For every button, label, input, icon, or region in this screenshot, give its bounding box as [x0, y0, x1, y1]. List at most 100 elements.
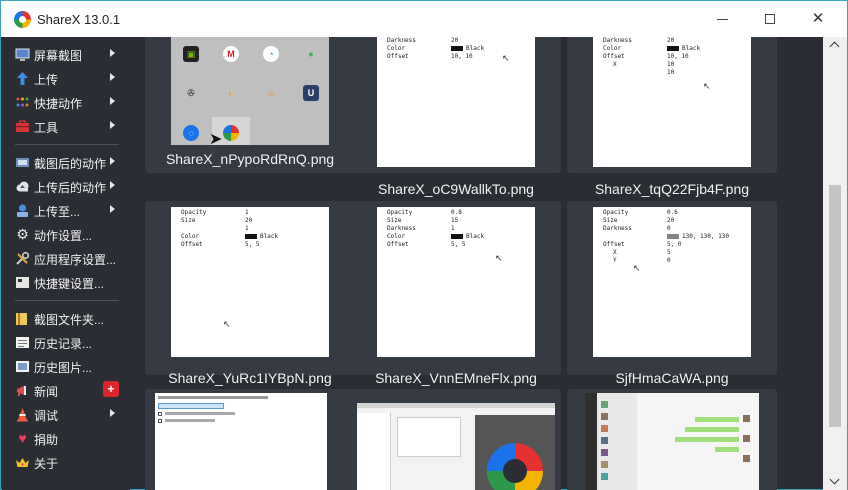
thumbnail-image[interactable]: ▣ M ◔ ● ✇ ◐ ♨ U ◌ ➤ — [171, 37, 329, 145]
scroll-up-button[interactable] — [823, 37, 847, 53]
news-badge: + — [103, 381, 119, 397]
history-icon — [15, 335, 30, 350]
contact-avatar — [601, 449, 608, 456]
megaphone-icon — [15, 383, 30, 398]
thumbnail-image[interactable] — [357, 403, 555, 490]
contact-avatar — [601, 461, 608, 468]
mouse-cursor-icon: ↖ — [495, 253, 503, 263]
menu-item-label: 历史记录... — [34, 337, 93, 351]
thumbnail-grid[interactable]: ▣ M ◔ ● ✇ ◐ ♨ U ◌ ➤ ShareX_nPypoRdRnQ.pn… — [135, 37, 823, 490]
file-name: ShareX_tqQ22Fjb4F.png — [594, 181, 750, 197]
menu-item-upload[interactable]: 上传 — [2, 66, 130, 90]
contact-avatar — [601, 413, 608, 420]
chat-bubble-icon: ◌ — [183, 125, 199, 141]
menu-item-destinations[interactable]: 上传至... — [2, 198, 130, 222]
thumbnail-image[interactable]: Opacity 0.6 Size 20 Darkness 0 Color 130, 1… — [593, 207, 751, 357]
sharex-tray-icon — [223, 125, 239, 141]
menu-item-label: 快捷动作 — [34, 97, 83, 111]
minimize-button[interactable] — [701, 1, 747, 37]
thumbnail-tile[interactable]: Darkness 20 Color Black Offset 10, 10 X 10 Y… — [567, 37, 777, 197]
submenu-arrow-icon — [110, 97, 115, 105]
m-app-icon: M — [223, 46, 239, 62]
menu-item-label: 新闻 — [34, 385, 59, 399]
menu-item-label: 应用程序设置... — [34, 253, 117, 267]
image-history-icon — [15, 359, 30, 374]
menu-item-label: 工具 — [34, 121, 59, 135]
dialog-text-line — [165, 412, 235, 415]
menu-item-capture[interactable]: 屏幕截图 — [2, 42, 130, 66]
close-button[interactable]: ✕ — [795, 1, 841, 37]
menu-item-about[interactable]: 关于 — [2, 450, 130, 474]
contact-avatar — [601, 473, 608, 480]
folder-icon — [15, 311, 30, 326]
menu-item-screenshots-folder[interactable]: 截图文件夹... — [2, 306, 130, 330]
thumbnail-tile[interactable] — [145, 389, 355, 490]
contact-avatar — [601, 401, 608, 408]
dialog-button — [158, 403, 224, 409]
thumbnail-image[interactable] — [585, 393, 759, 490]
chat-bubble — [715, 447, 739, 452]
mouse-cursor-icon: ↖ — [703, 81, 711, 91]
menu-item-image-history[interactable]: 历史图片... — [2, 354, 130, 378]
contact-avatar — [601, 425, 608, 432]
scroll-thumb[interactable] — [829, 185, 841, 427]
menu-item-workflows[interactable]: 快捷动作 — [2, 90, 130, 114]
thumbnail-image[interactable]: Darkness 20 Color Black Offset 10, 10 X 10 Y… — [593, 37, 751, 167]
thumbnail-image[interactable]: Opacity 1 Size 20 Darkness 1 Color Black Of… — [171, 207, 329, 357]
menu-item-debug[interactable]: 调试 — [2, 402, 130, 426]
submenu-arrow-icon — [110, 157, 115, 165]
menu-divider — [15, 300, 119, 301]
heart-icon: ♥ — [18, 430, 27, 446]
file-name: SjfHmaCaWA.png — [615, 370, 729, 386]
thumbnail-tile[interactable] — [351, 389, 561, 490]
mouse-cursor-icon: ↖ — [633, 263, 641, 273]
keyboard-icon — [15, 275, 30, 290]
logo-center — [503, 459, 527, 483]
menu-item-tools[interactable]: 工具 — [2, 114, 130, 138]
dialog-checkbox — [158, 419, 162, 423]
menu-item-app-settings[interactable]: 应用程序设置... — [2, 246, 130, 270]
menu-item-label: 上传至... — [34, 205, 81, 219]
submenu-arrow-icon — [110, 121, 115, 129]
maximize-button[interactable] — [747, 1, 793, 37]
title-bar[interactable]: ShareX 13.0.1 ✕ — [1, 1, 847, 37]
menu-item-label: 截图后的动作 — [34, 157, 107, 171]
thumbnail-tile[interactable]: Opacity 0.8 Size 15 Darkness 1 Color Black O… — [351, 201, 561, 386]
sharex-window: ShareX 13.0.1 ✕ 屏幕截图 上传 快捷动作 工具 截图后的动作 上… — [0, 0, 848, 490]
menu-item-task-settings[interactable]: ⚙ 动作设置... — [2, 222, 130, 246]
submenu-arrow-icon — [110, 205, 115, 213]
color-swatch — [667, 46, 679, 51]
menu-item-after-capture[interactable]: 截图后的动作 — [2, 150, 130, 174]
wrench-icon — [15, 251, 30, 266]
u-app-icon: U — [303, 85, 319, 101]
thumbnail-tile[interactable]: Darkness 20 Color Black Offset 10, 10 ↖ Sha… — [351, 37, 561, 197]
thumbnail-tile[interactable]: Opacity 1 Size 20 Darkness 1 Color Black Of… — [145, 201, 355, 386]
submenu-arrow-icon — [110, 49, 115, 57]
mouse-cursor-icon: ➤ — [209, 131, 223, 145]
flame-icon: ♨ — [263, 85, 279, 101]
destinations-icon — [15, 203, 30, 218]
menu-item-donate[interactable]: ♥ 捐助 — [2, 426, 130, 450]
thumbnail-tile[interactable] — [567, 389, 777, 490]
chat-avatar — [743, 435, 750, 442]
menu-item-news[interactable]: 新闻 + — [2, 378, 130, 402]
thumbnail-tile[interactable]: ▣ M ◔ ● ✇ ◐ ♨ U ◌ ➤ ShareX_nPypoRdRnQ.pn… — [145, 37, 355, 173]
vertical-scrollbar[interactable] — [823, 37, 847, 490]
thumbnail-image[interactable] — [155, 393, 327, 490]
file-name: ShareX_oC9WallkTo.png — [378, 181, 534, 197]
close-icon: ✕ — [811, 10, 825, 27]
menu-item-after-upload[interactable]: 上传后的动作 — [2, 174, 130, 198]
sharex-logo-icon — [14, 11, 31, 28]
submenu-arrow-icon — [110, 409, 115, 417]
thumbnail-tile[interactable]: Opacity 0.6 Size 20 Darkness 0 Color 130, 1… — [567, 201, 777, 386]
thumbnail-image[interactable]: Darkness 20 Color Black Offset 10, 10 ↖ — [377, 37, 535, 167]
scroll-down-button[interactable] — [823, 474, 847, 490]
sync-icon: ◔ — [263, 46, 279, 62]
dialog-text-line — [165, 419, 215, 422]
menu-item-history[interactable]: 历史记录... — [2, 330, 130, 354]
chevron-up-icon — [829, 41, 840, 52]
menu-item-hotkey-settings[interactable]: 快捷键设置... — [2, 270, 130, 294]
color-swatch — [451, 234, 463, 239]
after-capture-icon — [15, 155, 30, 170]
thumbnail-image[interactable]: Opacity 0.8 Size 15 Darkness 1 Color Black O… — [377, 207, 535, 357]
